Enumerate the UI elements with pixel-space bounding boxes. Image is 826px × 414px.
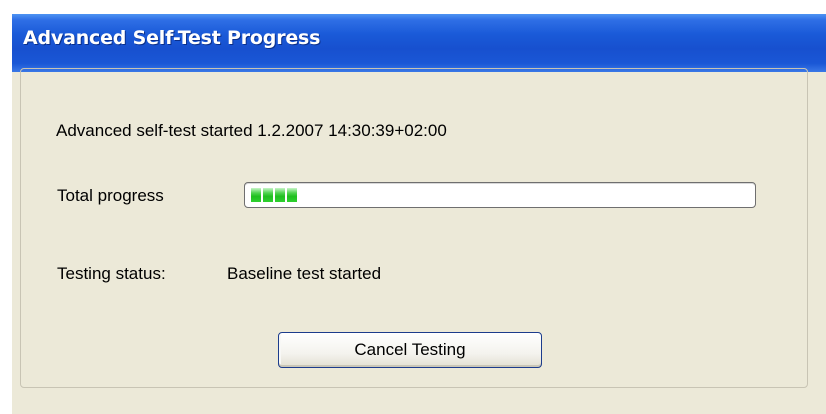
title-bar[interactable]: Advanced Self-Test Progress (12, 14, 826, 72)
window-title: Advanced Self-Test Progress (23, 27, 321, 49)
testing-status-value: Baseline test started (227, 264, 382, 283)
progress-fill (251, 188, 297, 202)
progress-chunk (275, 188, 285, 202)
test-started-text: Advanced self-test started 1.2.2007 14:3… (56, 121, 447, 140)
testing-status-label: Testing status: (57, 264, 166, 283)
progress-chunk (251, 188, 261, 202)
progress-chunk (263, 188, 273, 202)
total-progress-bar (244, 182, 756, 208)
progress-chunk (287, 188, 297, 202)
total-progress-label: Total progress (57, 186, 164, 205)
cancel-testing-button[interactable]: Cancel Testing (278, 332, 542, 368)
